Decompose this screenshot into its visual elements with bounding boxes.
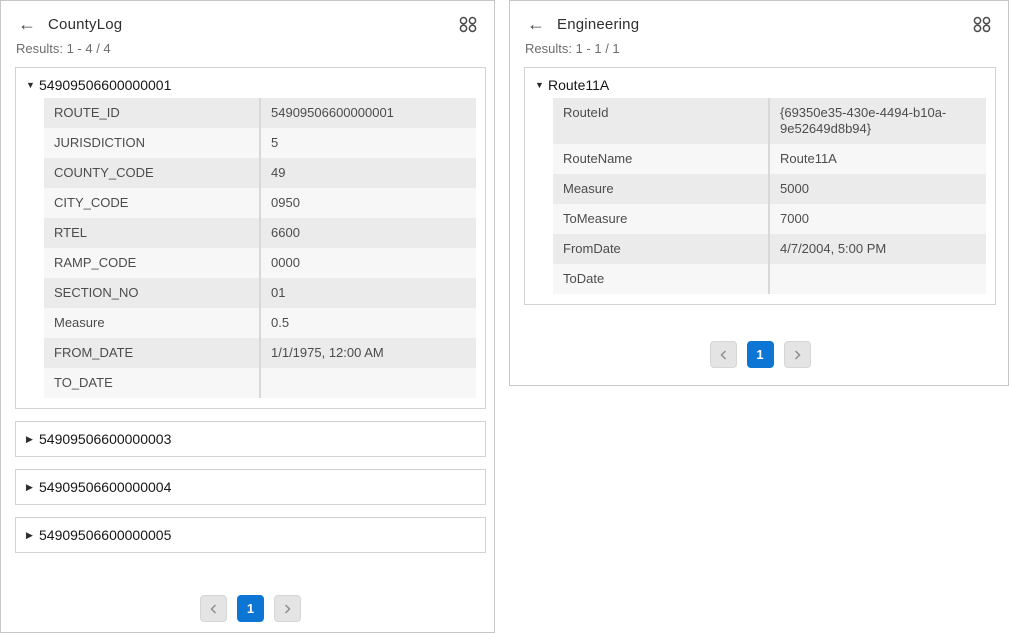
field-value: 0000 [259, 248, 476, 278]
feature-label: 54909506600000001 [39, 77, 171, 93]
chevron-right-icon: ▶ [26, 434, 39, 445]
field-row: RTEL 6600 [44, 218, 476, 248]
accordion-header[interactable]: ▼ Route11A [525, 68, 995, 98]
field-key: CITY_CODE [44, 188, 259, 218]
field-row: FromDate 4/7/2004, 5:00 PM [553, 234, 986, 264]
field-row: JURISDICTION 5 [44, 128, 476, 158]
pagination-next-button[interactable] [274, 595, 301, 622]
panel-title: CountyLog [48, 16, 122, 33]
grid-view-icon[interactable] [458, 16, 478, 33]
results-list: ▼ Route11A RouteId {69350e35-430e-4494-b… [510, 67, 1008, 368]
engineering-results-panel: ← Engineering Results: 1 - 1 / 1 ▼ Route… [509, 0, 1009, 386]
field-row: SECTION_NO 01 [44, 278, 476, 308]
chevron-right-icon: ▶ [26, 530, 39, 541]
pagination: 1 [524, 341, 996, 368]
back-arrow-icon[interactable]: ← [527, 15, 545, 33]
field-row: Measure 0.5 [44, 308, 476, 338]
field-key: Measure [553, 174, 768, 204]
feature-card-expanded: ▼ 54909506600000001 ROUTE_ID 54909506600… [15, 67, 486, 409]
field-key: ToMeasure [553, 204, 768, 234]
field-value: 6600 [259, 218, 476, 248]
field-value: 01 [259, 278, 476, 308]
pagination-next-button[interactable] [784, 341, 811, 368]
back-arrow-icon[interactable]: ← [18, 15, 36, 33]
pagination-page-button[interactable]: 1 [237, 595, 264, 622]
field-row: TO_DATE [44, 368, 476, 398]
panel-title: Engineering [557, 16, 639, 33]
field-row: COUNTY_CODE 49 [44, 158, 476, 188]
field-row: RouteId {69350e35-430e-4494-b10a-9e52649… [553, 98, 986, 144]
chevron-down-icon: ▼ [535, 80, 548, 90]
field-key: COUNTY_CODE [44, 158, 259, 188]
field-value: 1/1/1975, 12:00 AM [259, 338, 476, 368]
field-key: TO_DATE [44, 368, 259, 398]
chevron-down-icon: ▼ [26, 80, 39, 90]
panel-header: ← CountyLog [1, 1, 494, 33]
field-value: 5 [259, 128, 476, 158]
feature-label: 54909506600000003 [39, 431, 171, 447]
field-row: ToDate [553, 264, 986, 294]
feature-card-collapsed: ▶ 54909506600000004 [15, 469, 486, 505]
field-row: RouteName Route11A [553, 144, 986, 174]
attribute-table: RouteId {69350e35-430e-4494-b10a-9e52649… [553, 98, 986, 294]
field-key: RouteId [553, 98, 768, 144]
field-value: 0.5 [259, 308, 476, 338]
accordion-header[interactable]: ▶ 54909506600000003 [16, 422, 485, 456]
chevron-right-icon: ▶ [26, 482, 39, 493]
feature-label: 54909506600000005 [39, 527, 171, 543]
field-value: 0950 [259, 188, 476, 218]
field-key: FROM_DATE [44, 338, 259, 368]
feature-card-collapsed: ▶ 54909506600000005 [15, 517, 486, 553]
pagination-prev-button[interactable] [710, 341, 737, 368]
field-value [768, 264, 986, 294]
field-value: 4/7/2004, 5:00 PM [768, 234, 986, 264]
results-list: ▼ 54909506600000001 ROUTE_ID 54909506600… [1, 67, 494, 622]
field-key: ToDate [553, 264, 768, 294]
accordion-header[interactable]: ▼ 54909506600000001 [16, 68, 485, 98]
field-key: RAMP_CODE [44, 248, 259, 278]
pagination-prev-button[interactable] [200, 595, 227, 622]
results-count: Results: 1 - 1 / 1 [525, 41, 1008, 56]
countylog-results-panel: ← CountyLog Results: 1 - 4 / 4 ▼ 5490950… [0, 0, 495, 633]
field-value: 7000 [768, 204, 986, 234]
field-value: {69350e35-430e-4494-b10a-9e52649d8b94} [768, 98, 986, 144]
pagination: 1 [15, 595, 486, 622]
field-key: ROUTE_ID [44, 98, 259, 128]
grid-view-icon[interactable] [972, 16, 992, 33]
field-key: FromDate [553, 234, 768, 264]
field-row: FROM_DATE 1/1/1975, 12:00 AM [44, 338, 476, 368]
field-value: 5000 [768, 174, 986, 204]
field-key: SECTION_NO [44, 278, 259, 308]
attribute-table: ROUTE_ID 54909506600000001 JURISDICTION … [44, 98, 476, 398]
field-row: RAMP_CODE 0000 [44, 248, 476, 278]
field-key: RouteName [553, 144, 768, 174]
field-value: 54909506600000001 [259, 98, 476, 128]
field-key: JURISDICTION [44, 128, 259, 158]
field-row: ROUTE_ID 54909506600000001 [44, 98, 476, 128]
panel-header: ← Engineering [510, 1, 1008, 33]
feature-card-collapsed: ▶ 54909506600000003 [15, 421, 486, 457]
field-value [259, 368, 476, 398]
feature-label: Route11A [548, 77, 609, 93]
feature-label: 54909506600000004 [39, 479, 171, 495]
field-key: RTEL [44, 218, 259, 248]
field-key: Measure [44, 308, 259, 338]
field-value: 49 [259, 158, 476, 188]
field-value: Route11A [768, 144, 986, 174]
pagination-page-button[interactable]: 1 [747, 341, 774, 368]
field-row: CITY_CODE 0950 [44, 188, 476, 218]
accordion-header[interactable]: ▶ 54909506600000004 [16, 470, 485, 504]
results-count: Results: 1 - 4 / 4 [16, 41, 494, 56]
accordion-header[interactable]: ▶ 54909506600000005 [16, 518, 485, 552]
field-row: Measure 5000 [553, 174, 986, 204]
field-row: ToMeasure 7000 [553, 204, 986, 234]
feature-card-expanded: ▼ Route11A RouteId {69350e35-430e-4494-b… [524, 67, 996, 305]
